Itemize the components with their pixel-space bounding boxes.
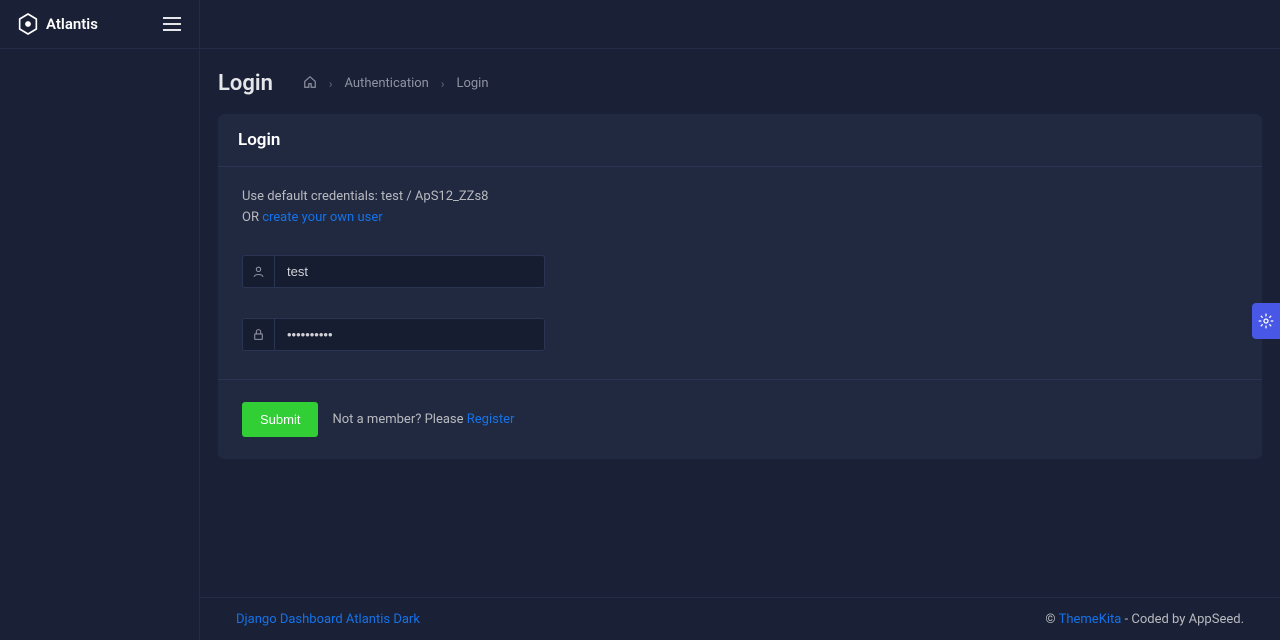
sidebar: Atlantis	[0, 0, 200, 640]
footer-left-link[interactable]: Django Dashboard Atlantis Dark	[236, 612, 420, 627]
username-row	[242, 255, 545, 288]
username-input[interactable]	[274, 255, 545, 288]
chevron-right-icon: ›	[329, 77, 333, 91]
settings-tab[interactable]	[1252, 303, 1280, 339]
password-input[interactable]	[274, 318, 545, 351]
gear-icon	[1258, 313, 1274, 329]
or-text: OR	[242, 210, 262, 225]
breadcrumb-home[interactable]	[303, 75, 317, 93]
create-user-link[interactable]: create your own user	[262, 210, 382, 225]
coded-by: - Coded by AppSeed.	[1121, 612, 1244, 627]
content: Login › Authentication › Login Login Use…	[200, 49, 1280, 597]
breadcrumb-current: Login	[456, 76, 488, 91]
brand-name: Atlantis	[46, 15, 98, 33]
topbar	[200, 0, 1280, 49]
brand[interactable]: Atlantis	[18, 12, 98, 36]
card-header: Login	[218, 114, 1262, 167]
page-title: Login	[218, 71, 273, 96]
breadcrumb: › Authentication › Login	[303, 75, 489, 93]
card-body: Use default credentials: test / ApS12_ZZ…	[218, 167, 1262, 379]
chevron-right-icon: ›	[441, 77, 445, 91]
login-card: Login Use default credentials: test / Ap…	[218, 114, 1262, 459]
footer: Django Dashboard Atlantis Dark © ThemeKi…	[200, 597, 1280, 640]
home-icon	[303, 75, 317, 89]
brand-logo-icon	[18, 12, 38, 36]
not-member-text: Not a member? Please	[332, 412, 466, 427]
sidebar-header: Atlantis	[0, 0, 199, 49]
breadcrumb-section[interactable]: Authentication	[344, 76, 428, 91]
lock-icon	[242, 318, 274, 351]
page-header: Login › Authentication › Login	[218, 71, 1262, 96]
hamburger-icon[interactable]	[163, 17, 181, 31]
card-footer: Submit Not a member? Please Register	[218, 379, 1262, 459]
copyright-symbol: ©	[1045, 612, 1058, 627]
submit-button[interactable]: Submit	[242, 402, 318, 437]
credentials-hint: Use default credentials: test / ApS12_ZZ…	[242, 187, 1238, 208]
user-icon	[242, 255, 274, 288]
register-link[interactable]: Register	[467, 412, 515, 427]
themekita-link[interactable]: ThemeKita	[1059, 612, 1122, 627]
password-row	[242, 318, 545, 351]
